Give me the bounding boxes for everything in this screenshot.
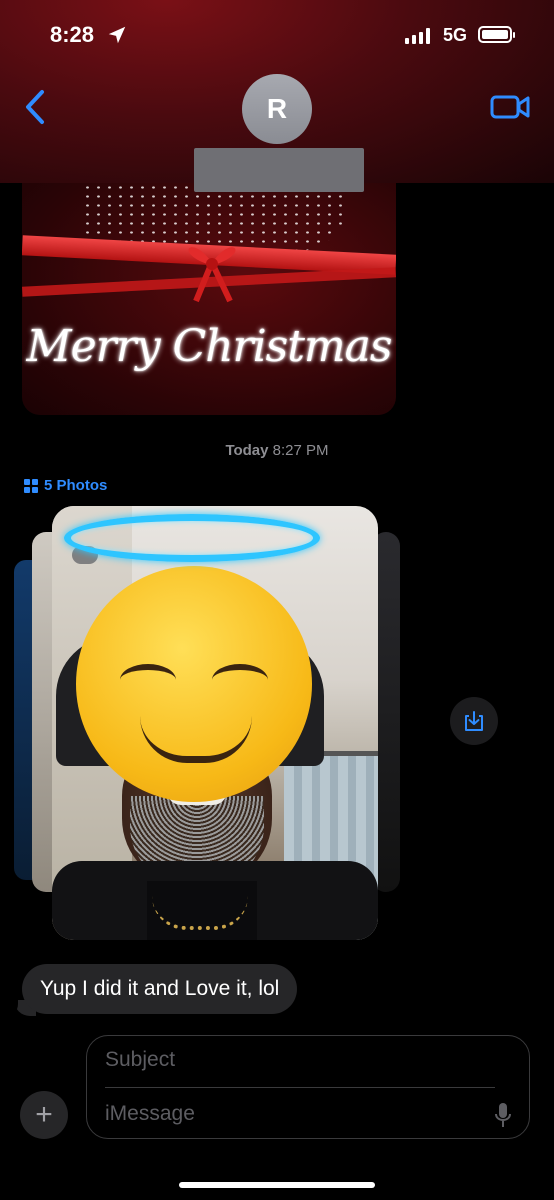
received-message-bubble[interactable]: Yup I did it and Love it, lol [22, 964, 298, 1014]
network-type: 5G [443, 25, 468, 45]
photos-grid-icon [24, 478, 38, 493]
plus-icon: + [35, 1098, 53, 1131]
selfie-photo[interactable] [52, 506, 378, 940]
christmas-image-message[interactable]: Merry Christmas [22, 183, 396, 415]
photos-count: 5 Photos [44, 477, 108, 494]
photo-stack-label[interactable]: 5 Photos [24, 477, 107, 494]
back-button[interactable] [20, 88, 50, 126]
video-call-button[interactable] [490, 92, 530, 122]
bubble-tail-mask [4, 996, 18, 1018]
home-indicator[interactable] [179, 1182, 375, 1188]
smiling-face-emoji-sticker [76, 566, 312, 802]
microphone-icon[interactable] [495, 1102, 511, 1128]
image-greeting-text: Merry Christmas [26, 321, 393, 372]
add-attachment-button[interactable]: + [20, 1091, 68, 1139]
halo-sticker [64, 514, 320, 562]
message-text: Yup I did it and Love it, lol [40, 977, 280, 1000]
message-timestamp: Today 8:27 PM [0, 442, 554, 459]
contact-avatar[interactable]: R [242, 74, 312, 144]
status-time: 8:28 [50, 22, 95, 47]
download-icon [465, 711, 483, 731]
save-photo-button[interactable] [450, 697, 498, 745]
emoji-left-eye [120, 664, 176, 696]
emoji-mouth [140, 716, 252, 763]
emoji-right-eye [212, 664, 268, 696]
message-composer[interactable]: Subject iMessage [86, 1035, 530, 1139]
composer-divider [105, 1087, 495, 1088]
timestamp-day: Today [225, 442, 269, 459]
location-arrow-icon [108, 26, 126, 44]
battery-icon [478, 26, 515, 43]
cellular-signal-icon [405, 28, 430, 44]
timestamp-time: 8:27 PM [272, 442, 329, 459]
subject-field[interactable]: Subject [105, 1048, 175, 1072]
contact-name-redacted [194, 148, 364, 192]
message-input[interactable]: iMessage [105, 1102, 195, 1126]
avatar-initial: R [266, 93, 288, 124]
bow-icon [188, 247, 236, 303]
